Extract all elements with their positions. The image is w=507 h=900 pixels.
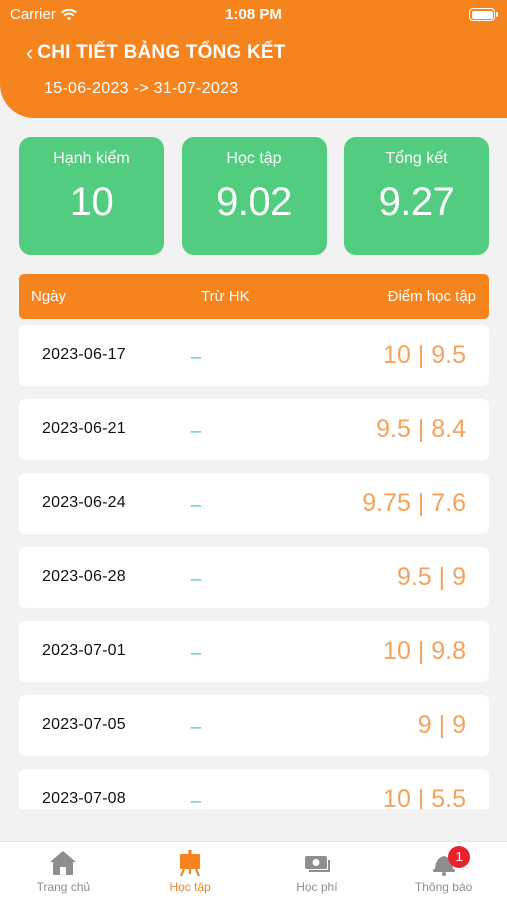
row-date: 2023-07-05 bbox=[42, 716, 126, 733]
table-row[interactable]: 2023-07-08 _ 10 | 5.5 bbox=[19, 769, 489, 809]
summary-cards: Hạnh kiểm 10 Học tập 9.02 Tổng kết 9.27 bbox=[19, 137, 489, 255]
row-deduct: _ bbox=[191, 413, 202, 433]
tab-study[interactable]: Học tập bbox=[127, 842, 254, 900]
row-date: 2023-06-28 bbox=[42, 568, 126, 585]
tab-fees[interactable]: Học phí bbox=[254, 842, 381, 900]
table-row[interactable]: 2023-06-28 _ 9.5 | 9 bbox=[19, 547, 489, 608]
title-row: ‹ CHI TIẾT BẢNG TỔNG KẾT bbox=[26, 42, 286, 64]
table-row[interactable]: 2023-07-05 _ 9 | 9 bbox=[19, 695, 489, 756]
row-date: 2023-06-21 bbox=[42, 420, 126, 437]
battery-icon bbox=[469, 8, 498, 21]
row-score: 10 | 5.5 bbox=[383, 785, 466, 809]
row-date: 2023-07-01 bbox=[42, 642, 126, 659]
row-score: 10 | 9.5 bbox=[383, 341, 466, 369]
card-value: 9.27 bbox=[378, 180, 455, 224]
header: Carrier 1:08 PM ‹ CHI TIẾT BẢNG TỔNG KẾT… bbox=[0, 0, 507, 118]
card-label: Học tập bbox=[226, 150, 282, 167]
table-row[interactable]: 2023-06-17 _ 10 | 9.5 bbox=[19, 325, 489, 386]
status-bar: Carrier 1:08 PM bbox=[0, 0, 507, 30]
row-deduct: _ bbox=[191, 783, 202, 803]
money-icon bbox=[304, 856, 330, 872]
row-deduct: _ bbox=[191, 487, 202, 507]
tab-label: Trang chủ bbox=[36, 880, 91, 894]
row-deduct: _ bbox=[191, 339, 202, 359]
row-date: 2023-06-17 bbox=[42, 346, 126, 363]
home-icon bbox=[50, 851, 77, 875]
score-list[interactable]: 2023-06-17 _ 10 | 9.5 2023-06-21 _ 9.5 |… bbox=[19, 325, 489, 809]
row-score: 10 | 9.8 bbox=[383, 637, 466, 665]
table-row[interactable]: 2023-07-01 _ 10 | 9.8 bbox=[19, 621, 489, 682]
card-value: 10 bbox=[69, 180, 114, 224]
row-score: 9.5 | 9 bbox=[396, 563, 466, 591]
card-value: 9.02 bbox=[216, 180, 292, 224]
date-range: 15-06-2023 -> 31-07-2023 bbox=[44, 80, 239, 97]
column-header-deduct: Trừ HK bbox=[201, 288, 250, 305]
row-score: 9.75 | 7.6 bbox=[362, 489, 466, 517]
table-row[interactable]: 2023-06-24 _ 9.75 | 7.6 bbox=[19, 473, 489, 534]
status-time: 1:08 PM bbox=[225, 6, 282, 23]
page-title: CHI TIẾT BẢNG TỔNG KẾT bbox=[37, 42, 286, 63]
table-header: Ngày Trừ HK Điểm học tập bbox=[19, 274, 489, 319]
card-label: Hạnh kiểm bbox=[53, 150, 130, 167]
row-score: 9.5 | 8.4 bbox=[376, 415, 466, 443]
summary-card-conduct: Hạnh kiểm 10 bbox=[19, 137, 164, 255]
tab-label: Học tập bbox=[169, 880, 211, 894]
column-header-date: Ngày bbox=[31, 288, 67, 305]
tab-bar: Trang chủ Học tập Học phí 1 Thông báo bbox=[0, 841, 507, 900]
tab-notifications[interactable]: 1 Thông báo bbox=[380, 842, 507, 900]
easel-board-icon bbox=[180, 850, 201, 877]
summary-card-total: Tổng kết 9.27 bbox=[344, 137, 489, 255]
row-date: 2023-06-24 bbox=[42, 494, 126, 511]
row-deduct: _ bbox=[191, 709, 202, 729]
column-header-score: Điểm học tập bbox=[387, 288, 476, 305]
table-row[interactable]: 2023-06-21 _ 9.5 | 8.4 bbox=[19, 399, 489, 460]
tab-label: Thông báo bbox=[414, 880, 473, 894]
card-label: Tổng kết bbox=[385, 150, 448, 167]
tab-home[interactable]: Trang chủ bbox=[0, 842, 127, 900]
row-score: 9 | 9 bbox=[417, 711, 466, 739]
summary-card-study: Học tập 9.02 bbox=[181, 137, 327, 255]
notification-badge: 1 bbox=[448, 846, 471, 868]
row-deduct: _ bbox=[191, 561, 202, 581]
row-date: 2023-07-08 bbox=[42, 790, 126, 807]
back-chevron-icon[interactable]: ‹ bbox=[26, 42, 33, 64]
tab-label: Học phí bbox=[296, 880, 338, 894]
row-deduct: _ bbox=[191, 635, 202, 655]
